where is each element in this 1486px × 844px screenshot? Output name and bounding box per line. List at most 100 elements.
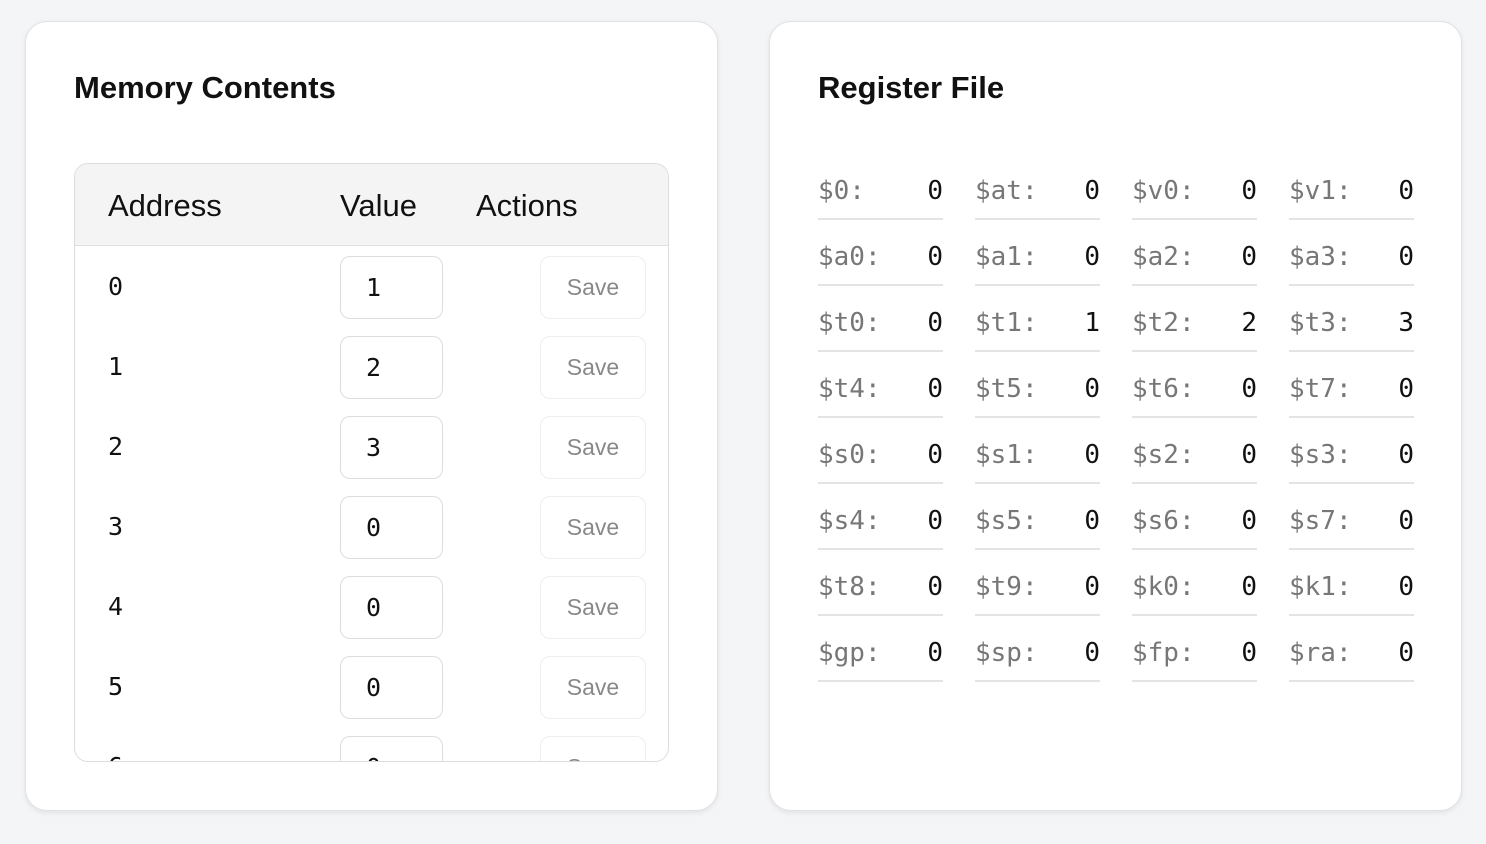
save-button[interactable]: Save [540, 576, 646, 639]
register-item: $t1: 1 [975, 286, 1100, 352]
register-value: 0 [927, 176, 943, 206]
register-name: $a2: [1132, 242, 1195, 272]
register-item: $t5: 0 [975, 352, 1100, 418]
register-name: $ra: [1289, 638, 1352, 668]
register-name: $a1: [975, 242, 1038, 272]
value-input[interactable] [340, 576, 443, 639]
register-name: $t0: [818, 308, 881, 338]
register-name: $gp: [818, 638, 881, 668]
register-value: 0 [1241, 506, 1257, 536]
register-item: $t0: 0 [818, 286, 943, 352]
register-value: 0 [1398, 374, 1414, 404]
table-row: 5 Save [75, 646, 668, 726]
table-row: 6 Save [75, 726, 668, 761]
save-button[interactable]: Save [540, 256, 646, 319]
register-value: 0 [927, 506, 943, 536]
register-name: $v1: [1289, 176, 1352, 206]
register-name: $s6: [1132, 506, 1195, 536]
register-value: 0 [1084, 572, 1100, 602]
register-value: 0 [1241, 374, 1257, 404]
register-value: 0 [1084, 506, 1100, 536]
register-item: $a0: 0 [818, 220, 943, 286]
address-cell: 2 [108, 432, 124, 461]
register-name: $s0: [818, 440, 881, 470]
register-value: 0 [1241, 176, 1257, 206]
value-input[interactable] [340, 256, 443, 319]
register-name: $s7: [1289, 506, 1352, 536]
value-input[interactable] [340, 416, 443, 479]
memory-table[interactable]: Address Value Actions 0 Save 1 Save 2 Sa… [74, 163, 669, 762]
table-row: 2 Save [75, 406, 668, 486]
register-value: 0 [927, 308, 943, 338]
register-name: $0: [818, 176, 865, 206]
table-row: 1 Save [75, 326, 668, 406]
value-input[interactable] [340, 496, 443, 559]
value-input[interactable] [340, 736, 443, 761]
address-cell: 5 [108, 672, 124, 701]
register-value: 0 [927, 242, 943, 272]
register-item: $t4: 0 [818, 352, 943, 418]
register-item: $gp: 0 [818, 616, 943, 682]
register-name: $t2: [1132, 308, 1195, 338]
register-item: $s5: 0 [975, 484, 1100, 550]
register-name: $a3: [1289, 242, 1352, 272]
register-name: $fp: [1132, 638, 1195, 668]
register-item: $a2: 0 [1132, 220, 1257, 286]
save-button[interactable]: Save [540, 496, 646, 559]
register-value: 0 [1241, 572, 1257, 602]
save-button[interactable]: Save [540, 416, 646, 479]
register-value: 0 [1398, 506, 1414, 536]
register-name: $s1: [975, 440, 1038, 470]
register-value: 0 [1241, 638, 1257, 668]
header-actions: Actions [476, 188, 578, 223]
register-name: $a0: [818, 242, 881, 272]
register-value: 0 [1084, 440, 1100, 470]
register-item: $t8: 0 [818, 550, 943, 616]
memory-title: Memory Contents [74, 70, 336, 105]
register-item: $t9: 0 [975, 550, 1100, 616]
register-name: $t1: [975, 308, 1038, 338]
register-item: $a3: 0 [1289, 220, 1414, 286]
table-header: Address Value Actions [75, 164, 668, 246]
register-grid: $0: 0 $at: 0 $v0: 0 $v1: 0 $a0: 0 $a1: 0… [818, 154, 1414, 682]
address-cell: 3 [108, 512, 124, 541]
register-value: 0 [1398, 176, 1414, 206]
header-value: Value [340, 188, 417, 223]
register-value: 2 [1241, 308, 1257, 338]
register-value: 3 [1398, 308, 1414, 338]
register-item: $s0: 0 [818, 418, 943, 484]
address-cell: 6 [108, 752, 123, 761]
register-item: $s1: 0 [975, 418, 1100, 484]
register-value: 0 [1241, 242, 1257, 272]
register-item: $ra: 0 [1289, 616, 1414, 682]
register-value: 0 [927, 374, 943, 404]
register-name: $k0: [1132, 572, 1195, 602]
register-name: $t7: [1289, 374, 1352, 404]
value-input[interactable] [340, 336, 443, 399]
register-name: $s3: [1289, 440, 1352, 470]
register-item: $s7: 0 [1289, 484, 1414, 550]
save-button[interactable]: Save [540, 656, 646, 719]
value-input[interactable] [340, 656, 443, 719]
address-cell: 1 [108, 352, 124, 381]
register-item: $k1: 0 [1289, 550, 1414, 616]
register-item: $v0: 0 [1132, 154, 1257, 220]
register-item: $a1: 0 [975, 220, 1100, 286]
register-item: $s2: 0 [1132, 418, 1257, 484]
register-value: 1 [1084, 308, 1100, 338]
register-item: $v1: 0 [1289, 154, 1414, 220]
register-item: $at: 0 [975, 154, 1100, 220]
memory-panel: Memory Contents Address Value Actions 0 … [25, 21, 718, 811]
register-name: $s2: [1132, 440, 1195, 470]
register-value: 0 [1398, 242, 1414, 272]
register-name: $t5: [975, 374, 1038, 404]
register-value: 0 [1398, 440, 1414, 470]
register-name: $k1: [1289, 572, 1352, 602]
save-button[interactable]: Save [540, 736, 646, 761]
table-row: 3 Save [75, 486, 668, 566]
table-row: 0 Save [75, 246, 668, 326]
register-name: $t6: [1132, 374, 1195, 404]
register-value: 0 [1241, 440, 1257, 470]
save-button[interactable]: Save [540, 336, 646, 399]
register-item: $s3: 0 [1289, 418, 1414, 484]
